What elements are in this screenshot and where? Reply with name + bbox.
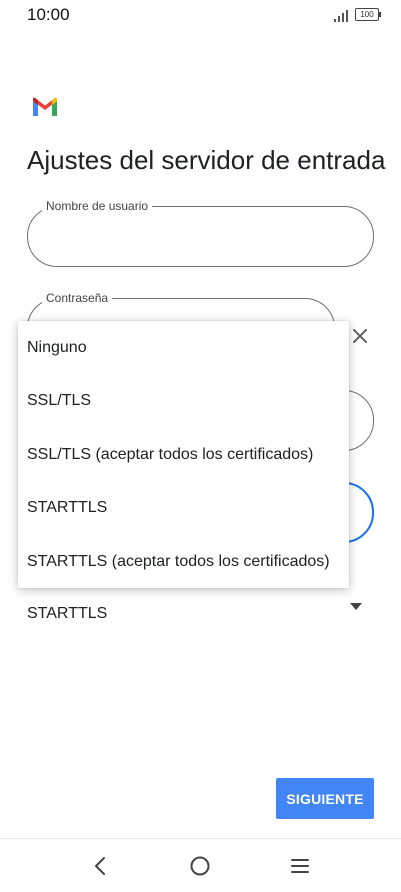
battery-icon: 100 xyxy=(355,8,381,21)
dropdown-option-starttls-all-certs[interactable]: STARTTLS (aceptar todos los certificados… xyxy=(18,535,349,588)
status-time: 10:00 xyxy=(27,5,70,24)
next-button[interactable]: SIGUIENTE xyxy=(276,778,374,819)
security-type-value: STARTTLS xyxy=(27,605,108,622)
close-icon[interactable] xyxy=(349,325,371,347)
security-type-select[interactable]: STARTTLS xyxy=(27,598,374,628)
signal-icon xyxy=(334,10,348,22)
dropdown-option-ssl-tls-all-certs[interactable]: SSL/TLS (aceptar todos los certificados) xyxy=(18,428,349,481)
username-label: Nombre de usuario xyxy=(42,199,153,213)
password-label: Contraseña xyxy=(42,291,113,305)
menu-icon[interactable] xyxy=(290,857,310,875)
chevron-down-icon xyxy=(350,603,362,610)
dropdown-option-ssl-tls[interactable]: SSL/TLS xyxy=(18,374,349,427)
page-title: Ajustes del servidor de entrada xyxy=(27,145,386,175)
dropdown-option-starttls[interactable]: STARTTLS xyxy=(18,481,349,534)
navigation-bar xyxy=(0,838,401,892)
username-field[interactable]: Nombre de usuario xyxy=(27,199,374,267)
home-icon[interactable] xyxy=(189,855,211,877)
status-bar: 10:00 100 xyxy=(0,0,401,30)
security-dropdown-menu: Ninguno SSL/TLS SSL/TLS (aceptar todos l… xyxy=(18,321,349,588)
gmail-logo xyxy=(33,97,57,116)
dropdown-option-ninguno[interactable]: Ninguno xyxy=(18,321,349,374)
back-icon[interactable] xyxy=(92,855,108,877)
